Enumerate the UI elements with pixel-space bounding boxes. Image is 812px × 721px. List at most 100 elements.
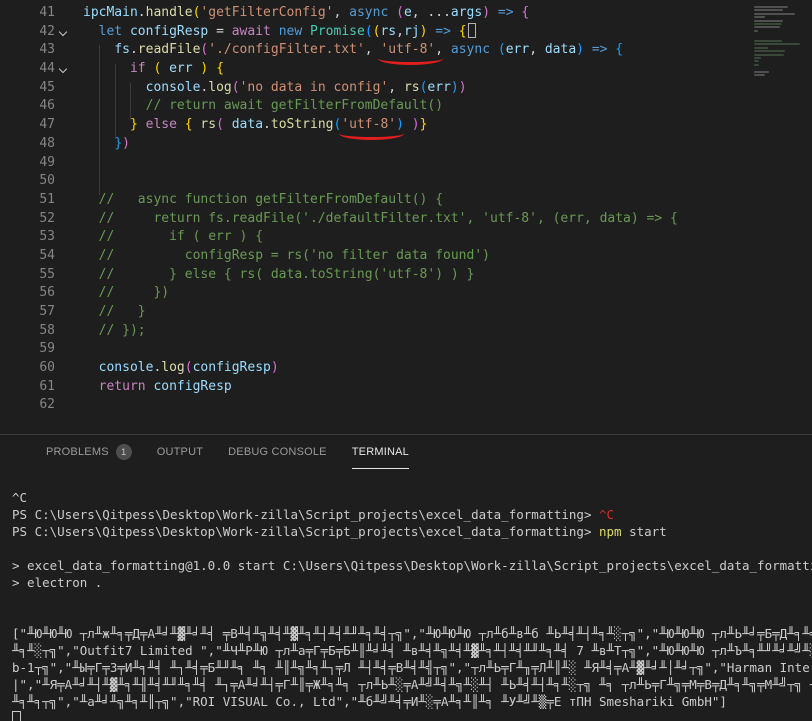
code-text: // configResp = rs('no filter data found… (74, 247, 490, 266)
line-number: 45 (39, 79, 55, 95)
code-line[interactable]: 41 ipcMain.handle ('getFilterConfig', asyn… (0, 4, 812, 23)
code-line[interactable]: 50 (0, 172, 812, 191)
code-token: => (435, 23, 451, 39)
indent-guide (99, 45, 100, 195)
terminal-output[interactable]: ^C PS C:\Users\Qitpess\Desktop\Work-zilla… (0, 469, 812, 721)
code-token: ) (450, 79, 459, 95)
line-number: 54 (39, 247, 55, 263)
minimap[interactable] (752, 0, 810, 430)
code-token: // async function getFilterFromDefault()… (98, 191, 444, 207)
code-line[interactable]: 55 // } else { rs( data.toString('utf-8'… (0, 266, 812, 285)
code-token: e (403, 5, 412, 20)
terminal-cursor (12, 711, 21, 721)
code-token: ipcMain (83, 5, 138, 20)
code-line[interactable]: 51 // async function getFilterFromDefaul… (0, 191, 812, 210)
code-area[interactable]: 41 ipcMain.handle('getFilterConfig', asyn… (0, 4, 812, 415)
code-token: args (450, 5, 483, 20)
code-line[interactable]: 49 (0, 154, 812, 173)
code-token: ) (411, 117, 420, 133)
code-token: ) (122, 135, 130, 151)
fold-chevron-icon[interactable] (55, 60, 74, 79)
code-line[interactable]: 61 return configResp (0, 378, 812, 397)
code-line[interactable]: 57 // } (0, 303, 812, 322)
code-line[interactable]: 54 // configResp = rs('no filter data fo… (0, 247, 812, 266)
code-line[interactable]: 62 (0, 396, 812, 415)
code-line[interactable]: 52 // return fs.readFile('./defaultFilte… (0, 210, 812, 229)
line-number: 53 (39, 229, 55, 245)
terminal-line: > electron . (12, 574, 812, 591)
bottom-panel: PROBLEMS 1 OUTPUT DEBUG CONSOLE TERMINAL ^C P… (0, 434, 812, 721)
terminal-line: PS C:\Users\Qitpess\Desktop\Work-zilla\S… (12, 506, 812, 523)
code-text: // async function getFilterFromDefault()… (74, 191, 443, 210)
minimap-line (754, 50, 786, 53)
code-line[interactable]: 60 console.log(configResp) (0, 359, 812, 378)
code-token: ... (427, 5, 451, 20)
code-text: if ( err ) { (74, 60, 224, 79)
code-line[interactable]: 46 // return await getFilterFromDefault(… (0, 97, 812, 116)
minimap-line (754, 46, 768, 49)
line-number: 52 (39, 210, 55, 226)
code-text: ipcMain.handle('getFilterConfig', async … (74, 4, 529, 23)
tab-output[interactable]: OUTPUT (157, 435, 203, 469)
code-token: , (529, 42, 545, 58)
code-line[interactable]: 42 let configResp = await new Promise((r… (0, 22, 812, 42)
code-text: return configResp (74, 378, 232, 397)
minimap-line (754, 60, 759, 63)
code-token: readFile (137, 42, 201, 58)
minimap-line (754, 9, 784, 12)
minimap-line (754, 57, 761, 59)
code-editor[interactable]: 41 ipcMain.handle('getFilterConfig', asyn… (0, 0, 812, 434)
code-line[interactable]: 53 // if ( err ) { (0, 228, 812, 247)
code-line[interactable]: 48 }) (0, 135, 812, 154)
code-line[interactable]: 56 // }) (0, 284, 812, 303)
terminal-text: ╨╕╨╕┬╗","╨а╨╛╨╗╨╕╨║┬╗","ROI VISUAL Co., … (12, 694, 727, 709)
code-token: ( (396, 5, 404, 20)
code-token: log (208, 79, 232, 95)
line-number: 57 (39, 304, 55, 319)
code-token: data (231, 117, 264, 133)
code-token: return (98, 378, 146, 394)
tab-problems[interactable]: PROBLEMS 1 (46, 435, 132, 469)
fold-chevron-icon[interactable] (55, 23, 74, 42)
terminal-line: b-1┬╗","╨Ы╤Г╤З╤И╨╕╨╡ ╨┐╨╡╤Б╨╜╨╕ ╨╕ ╨║╨╗╨… (12, 659, 812, 676)
code-text: // return fs.readFile('./defaultFilter.t… (74, 210, 678, 229)
tab-label: TERMINAL (351, 445, 409, 458)
terminal-text: PS C:\Users\Qitpess\Desktop\Work-zilla\S… (12, 507, 599, 522)
code-line[interactable]: 43 fs.readFile ('./configFilter.txt', 'ut… (0, 41, 812, 65)
tab-terminal[interactable]: TERMINAL (351, 435, 409, 469)
code-token: ) (270, 360, 279, 376)
code-line[interactable]: 59 (0, 340, 812, 359)
minimap-line (754, 23, 782, 25)
code-line[interactable]: 58 // }); (0, 322, 812, 341)
code-line[interactable]: 45 console.log('no data in config', rs(e… (0, 79, 812, 98)
code-token: // } (98, 304, 146, 319)
code-line[interactable]: 47 } else { rs( data.toString('utf-8') )… (0, 116, 812, 140)
code-token: if (129, 61, 146, 77)
terminal-line: PS C:\Users\Qitpess\Desktop\Work-zilla\S… (12, 523, 812, 540)
tab-debug-console[interactable]: DEBUG CONSOLE (228, 435, 327, 469)
code-token: { (216, 61, 224, 77)
code-token: async (349, 5, 389, 20)
code-token: err (427, 79, 451, 95)
code-token: console (145, 79, 201, 95)
code-token: // return await getFilterFromDefault() (145, 98, 444, 114)
minimap-line (754, 40, 782, 42)
code-text: // } (74, 303, 146, 322)
